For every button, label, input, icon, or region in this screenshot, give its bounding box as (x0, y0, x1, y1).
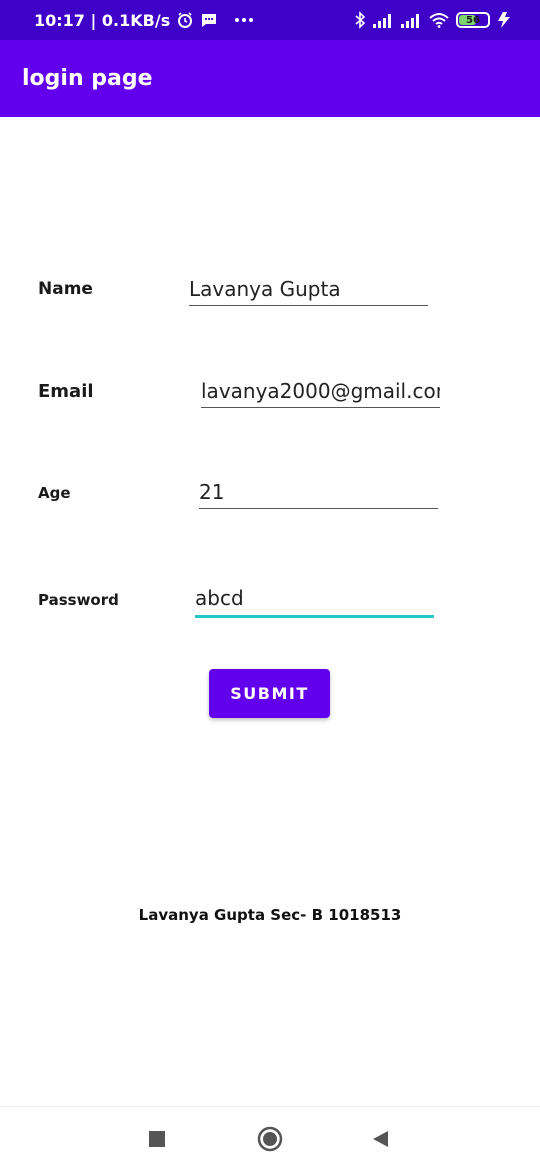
status-time-speed: 10:17 | 0.1KB/s (34, 10, 171, 30)
email-label: Email (38, 381, 94, 402)
more-icon (234, 17, 254, 23)
password-field[interactable] (195, 587, 434, 618)
status-left: 10:17 | 0.1KB/s (34, 0, 254, 40)
bluetooth-icon (354, 11, 366, 29)
age-label: Age (38, 484, 71, 502)
alarm-icon (176, 11, 194, 29)
status-right: 56 (354, 0, 512, 40)
home-circle-icon[interactable] (256, 1125, 284, 1153)
charging-icon (496, 11, 512, 29)
page-title: login page (22, 66, 153, 91)
message-icon (200, 11, 218, 29)
app-bar: login page (0, 40, 540, 117)
password-label: Password (38, 591, 119, 609)
email-field[interactable] (201, 380, 440, 408)
submit-button[interactable]: SUBMIT (209, 669, 330, 718)
recents-square-icon[interactable] (143, 1125, 171, 1153)
battery-icon: 56 (456, 12, 490, 28)
name-field[interactable] (189, 278, 428, 306)
signal-icon (400, 12, 422, 28)
signal-icon (372, 12, 394, 28)
name-label: Name (38, 279, 93, 299)
battery-level: 56 (466, 14, 480, 26)
navigation-bar (0, 1106, 540, 1170)
footer-text: Lavanya Gupta Sec- B 1018513 (138, 906, 402, 924)
back-triangle-icon[interactable] (366, 1125, 394, 1153)
age-field[interactable] (199, 481, 438, 509)
status-bar: 10:17 | 0.1KB/s 56 (0, 0, 540, 40)
wifi-icon (428, 12, 450, 28)
